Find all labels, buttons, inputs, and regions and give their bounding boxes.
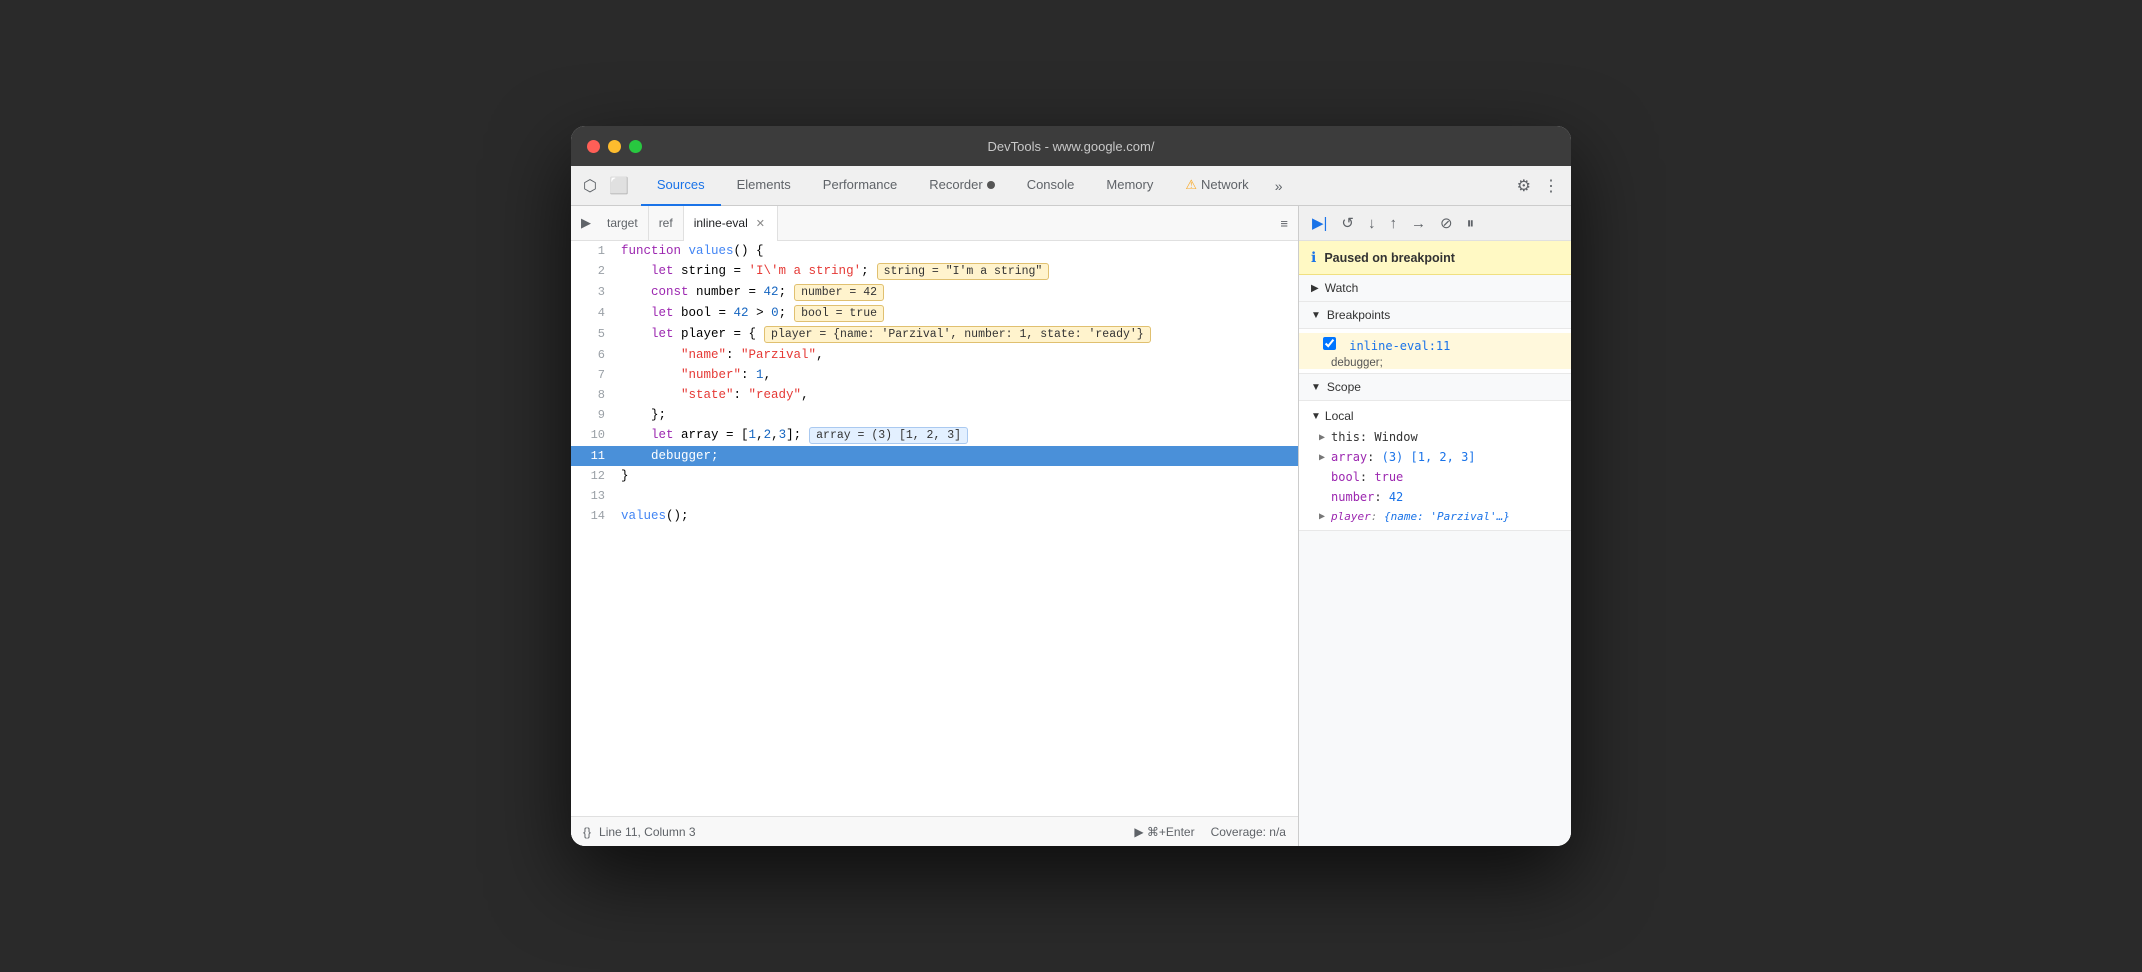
play-pause-nav-btn[interactable]: ▶ [575,211,597,235]
recorder-dot-icon [987,181,995,189]
breakpoint-checkbox[interactable] [1323,337,1336,350]
code-line-7: 7 "number": 1, [571,365,1298,385]
main-content: ▶ target ref inline-eval ✕ ≡ [571,206,1571,846]
debugger-panel: ▶| ↺ ↓ ↑ → ⊘ ⏸ ℹ Paused on breakpoint ▶ … [1299,206,1571,846]
close-tab-icon[interactable]: ✕ [754,216,767,231]
code-line-5: 5 let player = {player = {name: 'Parziva… [571,324,1298,345]
scope-item-array[interactable]: ▶ array: (3) [1, 2, 3] [1299,447,1571,467]
tabbar-icons: ⬡ ⬜ [579,172,633,200]
code-line-13: 13 [571,486,1298,506]
tab-network[interactable]: ⚠ Network [1169,166,1264,206]
code-line-14: 14 values(); [571,506,1298,526]
code-line-1: 1 function values() { [571,241,1298,261]
tab-sources[interactable]: Sources [641,166,721,206]
info-icon: ℹ [1311,249,1316,266]
code-editor[interactable]: 1 function values() { 2 let string = 'I\… [571,241,1298,816]
tab-elements[interactable]: Elements [721,166,807,206]
statusbar: {} Line 11, Column 3 ▶ ⌘+Enter Coverage:… [571,816,1298,846]
devtools-panel: ⬡ ⬜ Sources Elements Performance Recorde… [571,166,1571,846]
paused-notice: ℹ Paused on breakpoint [1299,241,1571,275]
statusbar-right: ▶ ⌘+Enter Coverage: n/a [1134,825,1286,839]
step-out-button[interactable]: ↑ [1385,211,1403,236]
window-controls [587,140,642,153]
code-line-2: 2 let string = 'I\'m a string';string = … [571,261,1298,282]
devtools-window: DevTools - www.google.com/ ⬡ ⬜ Sources E… [571,126,1571,846]
scope-item-player[interactable]: ▶ player: {name: 'Parzival'…} [1299,507,1571,526]
coverage-label: Coverage: n/a [1211,825,1286,839]
run-snippet-btn[interactable]: ▶ ⌘+Enter [1134,825,1194,839]
code-line-12: 12 } [571,466,1298,486]
watch-label: Watch [1325,281,1359,295]
inspect-icon[interactable]: ⬡ [579,172,601,200]
main-tabbar: ⬡ ⬜ Sources Elements Performance Recorde… [571,166,1571,206]
menu-button[interactable]: ⋮ [1539,172,1563,200]
scope-section-header[interactable]: ▼ Scope [1299,374,1571,401]
code-line-9: 9 }; [571,405,1298,425]
file-tab-inline-eval[interactable]: inline-eval ✕ [684,206,778,241]
minimize-button[interactable] [608,140,621,153]
device-toggle-icon[interactable]: ⬜ [605,172,633,200]
breakpoints-chevron-icon: ▼ [1311,310,1321,321]
breakpoints-content: inline-eval:11 debugger; [1299,329,1571,374]
scope-chevron-icon: ▼ [1311,382,1321,393]
close-button[interactable] [587,140,600,153]
step-into-button[interactable]: ↓ [1363,211,1381,236]
watch-section-header[interactable]: ▶ Watch [1299,275,1571,302]
scope-item-number[interactable]: ▶ number: 42 [1299,487,1571,507]
file-tab-target[interactable]: target [597,206,649,241]
pause-on-exceptions-btn[interactable]: ⏸ [1462,211,1480,236]
maximize-button[interactable] [629,140,642,153]
scope-item-bool[interactable]: ▶ bool: true [1299,467,1571,487]
pretty-print-btn[interactable]: {} [583,825,591,839]
code-line-4: 4 let bool = 42 > 0;bool = true [571,303,1298,324]
resume-button[interactable]: ▶| [1307,210,1332,236]
tab-console[interactable]: Console [1011,166,1091,206]
scope-label: Scope [1327,380,1361,394]
expand-player-icon: ▶ [1319,511,1325,522]
more-tabs-button[interactable]: » [1269,174,1289,198]
breakpoint-item: inline-eval:11 [1299,333,1571,357]
watch-chevron-icon: ▶ [1311,283,1319,294]
local-label: Local [1325,409,1354,423]
expand-array-icon: ▶ [1319,452,1325,463]
local-chevron-icon: ▼ [1311,411,1321,422]
tab-recorder[interactable]: Recorder [913,166,1010,206]
tab-performance[interactable]: Performance [807,166,913,206]
cursor-position: Line 11, Column 3 [599,825,696,839]
file-tabbar: ▶ target ref inline-eval ✕ ≡ [571,206,1298,241]
tabbar-right: ⚙ ⋮ [1513,172,1563,200]
scope-content: ▼ Local ▶ this: Window ▶ array: (3) [1, … [1299,401,1571,531]
deactivate-breakpoints-btn[interactable]: ⊘ [1435,210,1458,236]
expand-this-icon: ▶ [1319,432,1325,443]
breakpoints-section-header[interactable]: ▼ Breakpoints [1299,302,1571,329]
source-panel: ▶ target ref inline-eval ✕ ≡ [571,206,1299,846]
step-button[interactable]: → [1406,211,1431,236]
local-scope-header[interactable]: ▼ Local [1299,405,1571,427]
scope-item-this[interactable]: ▶ this: Window [1299,427,1571,447]
debug-toolbar: ▶| ↺ ↓ ↑ → ⊘ ⏸ [1299,206,1571,241]
more-files-btn[interactable]: ≡ [1274,212,1294,235]
breakpoint-code: debugger; [1299,357,1571,369]
code-line-11: 11 debugger; [571,446,1298,466]
paused-message: Paused on breakpoint [1324,251,1455,265]
breakpoint-filename: inline-eval:11 [1349,339,1450,353]
settings-button[interactable]: ⚙ [1513,172,1535,200]
code-line-3: 3 const number = 42;number = 42 [571,282,1298,303]
step-over-button[interactable]: ↺ [1336,210,1359,236]
breakpoints-label: Breakpoints [1327,308,1390,322]
window-title: DevTools - www.google.com/ [988,139,1155,154]
file-tabbar-right: ≡ [1274,212,1294,235]
file-tab-ref[interactable]: ref [649,206,684,241]
code-line-8: 8 "state": "ready", [571,385,1298,405]
code-line-6: 6 "name": "Parzival", [571,345,1298,365]
tab-memory[interactable]: Memory [1090,166,1169,206]
titlebar: DevTools - www.google.com/ [571,126,1571,166]
warning-icon: ⚠ [1185,177,1197,193]
code-line-10: 10 let array = [1,2,3];array = (3) [1, 2… [571,425,1298,446]
